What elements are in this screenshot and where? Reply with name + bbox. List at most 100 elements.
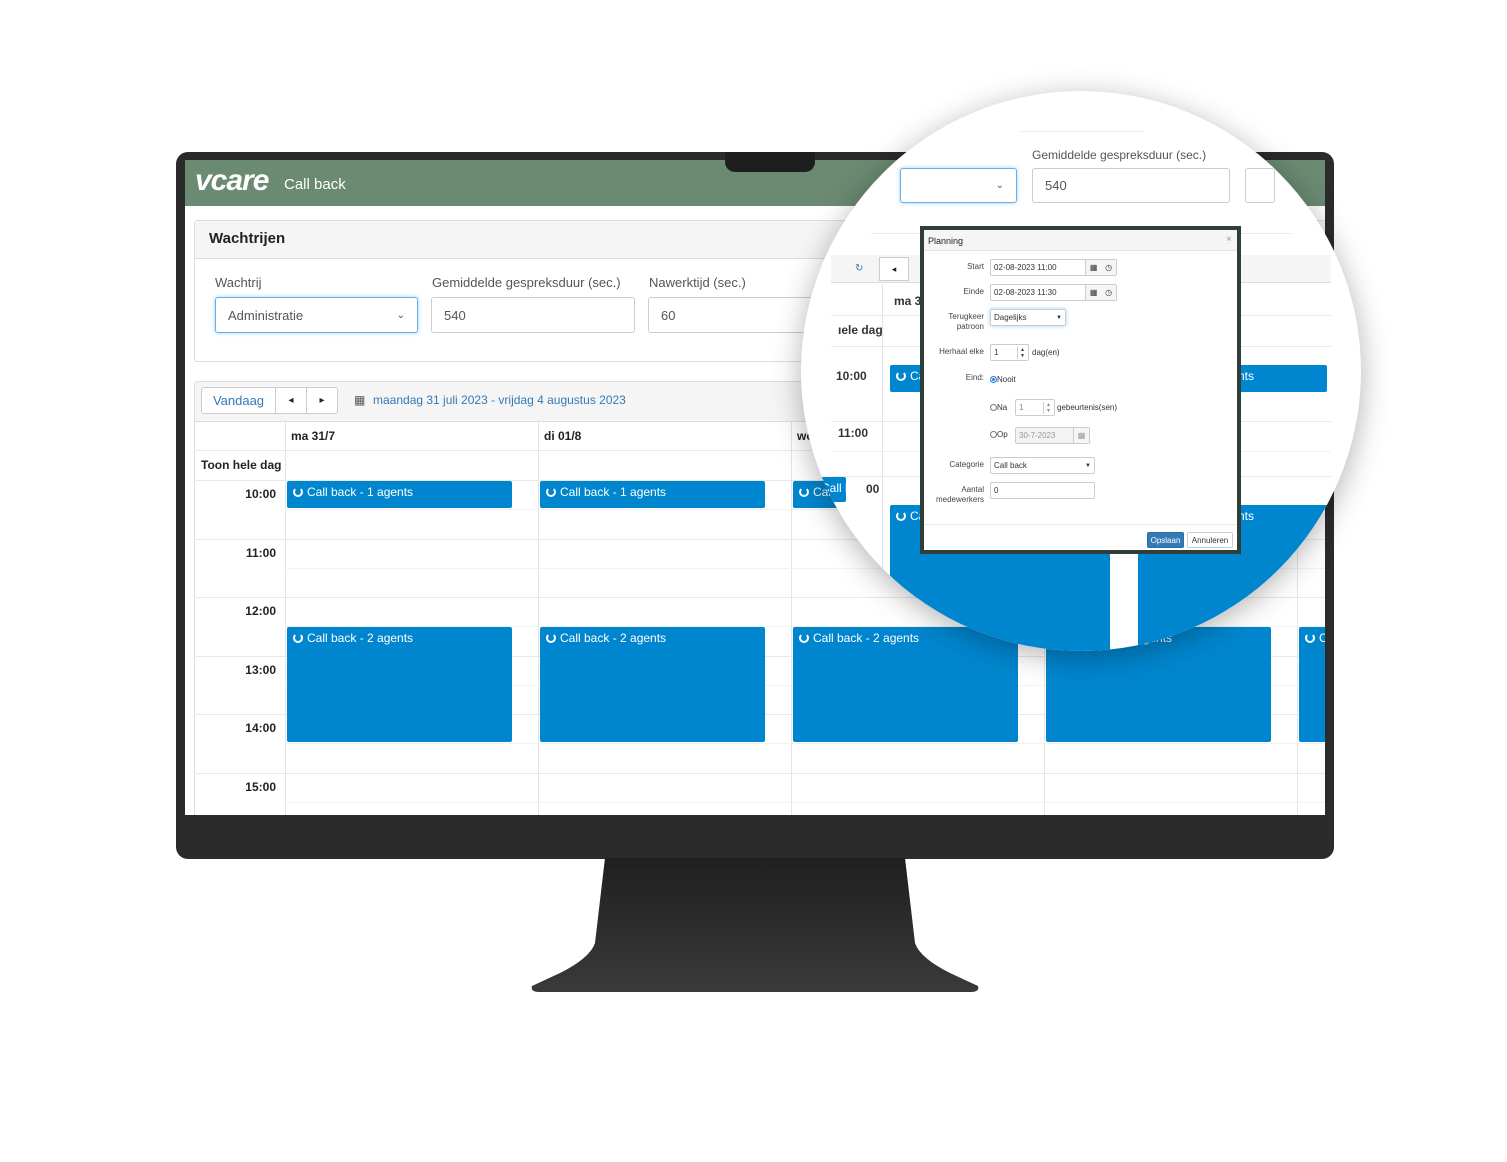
on-date-input[interactable]: 30-7-2023 ▦ bbox=[1015, 427, 1090, 444]
repeat-label: Herhaal elke bbox=[939, 347, 984, 356]
next-week-button[interactable]: ▸ bbox=[306, 387, 338, 414]
caret-down-icon: ▼ bbox=[1085, 462, 1091, 469]
event-label: Call back - 2 agents bbox=[307, 631, 414, 646]
never-label: Nooit bbox=[997, 375, 1016, 384]
lens-time-11: 11:00 bbox=[838, 426, 869, 440]
radio-never[interactable]: Nooit bbox=[990, 375, 1016, 384]
monitor-camera-notch bbox=[725, 152, 815, 172]
day-header: ma 31/7 bbox=[291, 429, 336, 443]
end-mode-label: Eind: bbox=[965, 373, 984, 382]
start-datetime-input[interactable]: 02-08-2023 11:00 ▦ ◷ bbox=[990, 259, 1117, 276]
clock-icon[interactable]: ◷ bbox=[1105, 288, 1112, 297]
end-value: 02-08-2023 11:30 bbox=[994, 288, 1057, 297]
recurring-icon bbox=[799, 633, 809, 644]
staff-label: Aantal medewerkers bbox=[935, 485, 984, 504]
radio-button[interactable] bbox=[990, 431, 997, 438]
today-button[interactable]: Vandaag bbox=[201, 387, 276, 414]
lens-queue-select[interactable]: ⌄ bbox=[900, 168, 1017, 203]
start-label: Start bbox=[967, 262, 984, 271]
time-label: 12:00 bbox=[245, 604, 276, 618]
lens-avg-input[interactable]: 540 bbox=[1032, 168, 1230, 203]
avg-duration-label: Gemiddelde gespreksduur (sec.) bbox=[432, 275, 621, 290]
pattern-label: Terugkeer patroon bbox=[948, 312, 984, 331]
calendar-event[interactable]: Call back - 2 agents bbox=[287, 627, 512, 743]
start-value: 02-08-2023 11:00 bbox=[994, 263, 1057, 272]
time-label: 10:00 bbox=[245, 487, 276, 501]
time-label: 13:00 bbox=[245, 662, 276, 677]
avg-duration-input[interactable]: 540 bbox=[431, 297, 635, 333]
after-label: Na bbox=[997, 403, 1008, 412]
lens-wrapup-input[interactable] bbox=[1245, 168, 1275, 203]
time-label: 15:00 bbox=[245, 779, 276, 794]
event-label: Call back - 1 agents bbox=[307, 485, 414, 499]
queue-select[interactable]: Administratie ⌄ bbox=[215, 297, 418, 333]
prev-week-button[interactable]: ◂ bbox=[275, 387, 307, 414]
calendar-icon[interactable]: ▦ bbox=[1090, 288, 1098, 297]
lens-allday-label: ıele dag bbox=[838, 323, 883, 337]
date-range-link[interactable]: maandag 31 juli 2023 - vrijdag 4 augustu… bbox=[373, 393, 626, 407]
calendar-event[interactable]: Call back - 1 agents bbox=[540, 481, 765, 509]
category-label: Categorie bbox=[949, 460, 984, 469]
category-select[interactable]: Call back ▼ bbox=[990, 457, 1095, 474]
vcare-logo: vcare bbox=[195, 164, 269, 197]
end-datetime-input[interactable]: 02-08-2023 11:30 ▦ ◷ bbox=[990, 284, 1117, 301]
lens-avg-label: Gemiddelde gespreksduur (sec.) bbox=[1032, 148, 1207, 162]
end-label: Einde bbox=[963, 287, 984, 296]
repeat-stepper[interactable]: 1 ▲ ▼ bbox=[990, 344, 1029, 361]
event-label: Call back - 1 agents bbox=[560, 485, 667, 499]
recurring-icon bbox=[896, 511, 906, 521]
queue-select-value: Administratie bbox=[228, 307, 304, 323]
repeat-unit: dag(en) bbox=[1032, 348, 1060, 357]
chevron-down-icon: ⌄ bbox=[995, 180, 1004, 191]
radio-button[interactable] bbox=[990, 376, 997, 383]
lens-today-icon: ↻ bbox=[855, 263, 864, 274]
recurring-icon bbox=[546, 487, 556, 497]
clock-icon[interactable]: ◷ bbox=[1105, 263, 1112, 272]
radio-after[interactable]: Na bbox=[990, 403, 1007, 412]
radio-button[interactable] bbox=[990, 404, 997, 411]
avg-duration-value: 540 bbox=[444, 307, 466, 323]
lens-prev-button[interactable]: ◂ bbox=[879, 257, 909, 281]
time-label: 11:00 bbox=[245, 545, 276, 560]
pattern-select[interactable]: Dagelijks ▼ bbox=[990, 309, 1066, 326]
lens-time-10: 10:00 bbox=[836, 369, 867, 383]
cancel-button[interactable]: Annuleren bbox=[1187, 532, 1233, 548]
close-icon[interactable]: × bbox=[1226, 234, 1232, 245]
calendar-icon[interactable]: ▦ bbox=[1073, 428, 1089, 443]
panel-title: Wachtrijen bbox=[209, 230, 286, 247]
wrapup-value: 60 bbox=[661, 307, 676, 323]
calendar-event[interactable]: Call back - 2 agents bbox=[540, 627, 765, 743]
queue-label: Wachtrij bbox=[215, 275, 262, 290]
dialog-footer-divider bbox=[924, 524, 1237, 525]
time-label: 14:00 bbox=[245, 721, 276, 735]
spinner-arrows-icon[interactable]: ▲ ▼ bbox=[1017, 346, 1025, 359]
lens-day-header: ma 3 bbox=[894, 294, 922, 308]
staff-count-input[interactable]: 0 bbox=[990, 482, 1095, 499]
spinner-arrows-icon[interactable]: ▲ ▼ bbox=[1043, 401, 1051, 414]
half-hour-line bbox=[285, 743, 1325, 745]
planning-dialog: Planning × Start 02-08-2023 11:00 ▦ ◷ Eind… bbox=[920, 226, 1241, 554]
allday-toggle[interactable]: Toon hele dag bbox=[201, 458, 281, 472]
half-hour-line bbox=[285, 801, 1325, 803]
lens-event[interactable]: Call b bbox=[801, 477, 846, 502]
after-value: 1 bbox=[1019, 403, 1024, 412]
recurring-icon bbox=[293, 487, 303, 497]
after-stepper[interactable]: 1 ▲ ▼ bbox=[1015, 399, 1055, 416]
radio-on[interactable]: Op bbox=[990, 430, 1008, 439]
recurring-icon bbox=[896, 371, 906, 381]
caret-down-icon: ▼ bbox=[1056, 314, 1062, 321]
lens-avg-value: 540 bbox=[1045, 178, 1067, 193]
calendar-event[interactable]: Call back - 1 agents bbox=[287, 481, 512, 509]
chevron-down-icon: ⌄ bbox=[396, 309, 405, 321]
save-button[interactable]: Opslaan bbox=[1147, 532, 1184, 548]
app-title: Call back bbox=[284, 176, 346, 193]
pattern-value: Dagelijks bbox=[994, 313, 1027, 322]
lens-event-label: Call b bbox=[821, 481, 846, 495]
recurring-icon bbox=[546, 633, 556, 644]
day-header: di 01/8 bbox=[544, 429, 582, 443]
category-value: Call back bbox=[994, 461, 1027, 470]
calendar-icon[interactable]: ▦ bbox=[1090, 263, 1098, 272]
monitor-stand bbox=[531, 858, 979, 992]
repeat-value: 1 bbox=[994, 348, 999, 357]
recurring-icon bbox=[293, 633, 303, 644]
